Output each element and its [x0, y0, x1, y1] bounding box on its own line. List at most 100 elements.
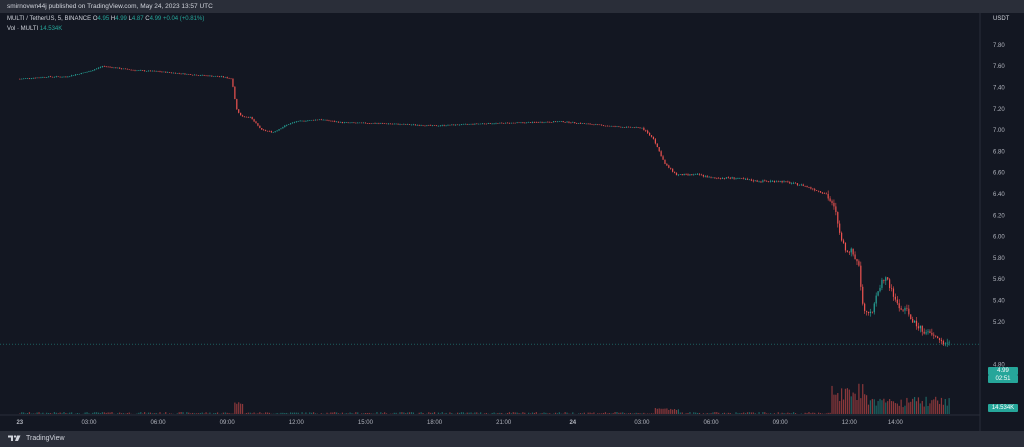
candle-body [819, 191, 822, 193]
candle-body [36, 77, 38, 79]
candle-body [650, 135, 653, 137]
y-tick-label: 6.00 [993, 235, 1005, 241]
candlestick-chart[interactable]: 7.80 7.60 7.40 7.20 7.00 6.80 6.60 6.40 6.20 6.00… [0, 13, 1024, 431]
candle-body [670, 167, 672, 169]
candle-body [789, 182, 791, 184]
candle-body [733, 177, 735, 179]
candle-body [543, 122, 545, 124]
volume-bar [65, 413, 67, 414]
volume-bar [449, 412, 451, 414]
volume-bar [199, 412, 201, 414]
volume-bar [812, 412, 814, 414]
candle-body [226, 77, 228, 79]
volume-bar [566, 412, 568, 414]
candle-body [111, 67, 113, 68]
candle-body [783, 181, 785, 183]
volume-bar [289, 412, 292, 414]
candle-body [387, 123, 390, 125]
volume-bar [664, 408, 666, 414]
volume-bar [743, 412, 745, 414]
candle-body [433, 125, 436, 126]
tradingview-logo[interactable]: TradingView [7, 434, 65, 442]
volume-bar [462, 412, 464, 414]
volume-bar [69, 412, 71, 414]
volume-bar [103, 412, 105, 414]
volume-bar [631, 413, 633, 414]
candle-body [359, 122, 361, 124]
candle-body [520, 122, 522, 124]
candle-body [727, 177, 729, 179]
candle-body [241, 115, 244, 117]
candle-body [263, 129, 265, 131]
volume-bar [305, 412, 307, 414]
candle-body [261, 128, 263, 130]
candle-body [937, 336, 939, 339]
volume-bar [439, 413, 441, 414]
volume-bar [937, 400, 939, 414]
volume-bar [67, 413, 69, 414]
y-tick-label: 5.20 [993, 320, 1005, 326]
candle-body [55, 76, 57, 78]
volume-bar [458, 412, 461, 414]
volume-bar [466, 412, 468, 414]
candle-body [464, 124, 466, 125]
candle-body [566, 121, 568, 123]
candle-body [357, 122, 359, 124]
candle-body [422, 125, 424, 127]
candle-body [645, 130, 647, 131]
candle-body [32, 77, 34, 79]
candle-body [585, 123, 587, 125]
volume-bar [155, 412, 157, 414]
volume-bar [687, 412, 689, 414]
volume-bar [476, 412, 478, 414]
candle-body [318, 119, 320, 121]
x-tick-label: 18:00 [427, 420, 443, 426]
candle-body [163, 71, 165, 73]
candle-body [766, 181, 768, 182]
candle-body [109, 66, 111, 68]
candle-body [593, 124, 595, 126]
publisher-text: smirnovwn44j published on TradingView.co… [7, 3, 213, 10]
candle-body [524, 122, 526, 124]
volume-bar [497, 413, 499, 414]
candle-body [710, 176, 712, 178]
volume-bar [336, 412, 338, 414]
candle-body [303, 120, 305, 122]
candle-body [927, 331, 929, 333]
volume-bar [480, 412, 482, 414]
candle-body [913, 320, 916, 323]
candle-body [633, 127, 635, 129]
candle-body [635, 127, 637, 128]
candle-body [829, 198, 831, 202]
volume-bar [86, 412, 88, 414]
candle-body [192, 74, 194, 76]
last-price: 4.99 [997, 368, 1009, 374]
volume-bar [597, 413, 599, 414]
volume-bar [794, 413, 797, 414]
candle-body [159, 71, 161, 72]
candle-body [597, 124, 599, 126]
volume-bar [938, 404, 941, 414]
volume-bar [432, 412, 434, 414]
candle-body [677, 174, 680, 176]
candle-body [443, 125, 445, 126]
candle-body [211, 75, 213, 77]
volume-bar [869, 400, 872, 414]
candle-body [506, 122, 509, 124]
candle-body [771, 180, 774, 182]
candle-body [637, 127, 639, 128]
candle-body [347, 122, 349, 123]
volume-bar [485, 412, 488, 414]
volume-bar [249, 412, 251, 414]
candle-body [864, 303, 866, 311]
volume-bar [848, 389, 850, 414]
candle-body [97, 67, 100, 69]
candle-body [658, 147, 660, 152]
volume-bar [737, 413, 739, 414]
candle-body [153, 70, 155, 72]
candle-body [768, 181, 770, 182]
candle-body [539, 122, 541, 123]
candle-body [460, 124, 463, 125]
volume-bar [259, 412, 261, 414]
volume-bar [245, 413, 247, 414]
